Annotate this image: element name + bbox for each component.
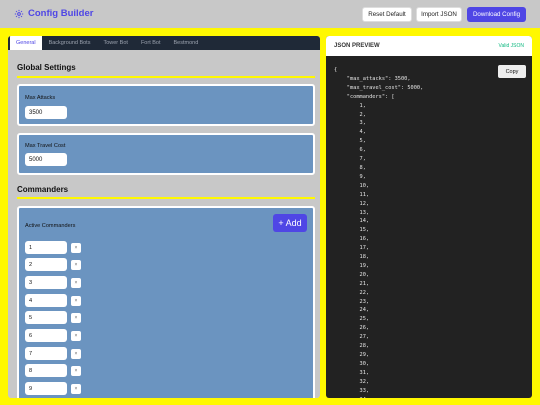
json-preview-title: JSON PREVIEW — [334, 43, 380, 49]
commander-input[interactable]: 1 — [25, 241, 67, 254]
max-travel-cost-input[interactable]: 5000 — [25, 153, 67, 166]
remove-commander-button[interactable]: × — [71, 349, 81, 359]
commander-input[interactable]: 4 — [25, 294, 67, 307]
commander-input[interactable]: 9 — [25, 382, 67, 395]
remove-commander-button[interactable]: × — [71, 331, 81, 341]
remove-commander-button[interactable]: × — [71, 243, 81, 253]
max-attacks-input[interactable]: 3500 — [25, 106, 67, 119]
remove-commander-button[interactable]: × — [71, 260, 81, 270]
max-attacks-card: Max Attacks 3500 — [17, 84, 315, 126]
max-travel-cost-card: Max Travel Cost 5000 — [17, 133, 315, 175]
section-divider — [17, 197, 315, 199]
tab-background-bots[interactable]: Background Bots — [43, 36, 97, 50]
active-commanders-card: Active Commanders + Add 1 × 2 × 3 × 4 × … — [17, 206, 315, 398]
remove-commander-button[interactable]: × — [71, 296, 81, 306]
remove-commander-button[interactable]: × — [71, 313, 81, 323]
max-travel-cost-label: Max Travel Cost — [25, 143, 66, 149]
tab-tower-bot[interactable]: Tower Bot — [97, 36, 133, 50]
add-commander-button[interactable]: + Add — [273, 214, 307, 232]
json-preview-panel: JSON PREVIEW Valid JSON { "max_attacks":… — [326, 36, 532, 398]
active-commanders-label: Active Commanders — [25, 223, 76, 229]
download-config-button[interactable]: Download Config — [467, 7, 526, 22]
json-code-view: { "max_attacks": 3500, "max_travel_cost"… — [334, 67, 424, 398]
tab-bestmond[interactable]: Bestmond — [168, 36, 205, 50]
remove-commander-button[interactable]: × — [71, 278, 81, 288]
commander-input[interactable]: 8 — [25, 364, 67, 377]
tab-bar: General Background Bots Tower Bot Fort B… — [8, 36, 320, 50]
import-json-button[interactable]: Import JSON — [416, 7, 462, 22]
commander-input[interactable]: 2 — [25, 258, 67, 271]
commander-input[interactable]: 7 — [25, 347, 67, 360]
commander-input[interactable]: 3 — [25, 276, 67, 289]
valid-json-badge: Valid JSON — [498, 43, 524, 49]
section-divider — [17, 76, 315, 78]
reset-default-button[interactable]: Reset Default — [362, 7, 412, 22]
app-title: Config Builder — [28, 8, 94, 19]
app-brand: Config Builder — [14, 8, 93, 19]
gear-icon — [14, 9, 24, 18]
remove-commander-button[interactable]: × — [71, 366, 81, 376]
tab-fort-bot[interactable]: Fort Bot — [135, 36, 167, 50]
commander-input[interactable]: 6 — [25, 329, 67, 342]
editor-panel: General Background Bots Tower Bot Fort B… — [8, 36, 320, 398]
copy-button[interactable]: Copy — [498, 65, 526, 78]
global-settings-heading: Global Settings — [17, 63, 76, 72]
remove-commander-button[interactable]: × — [71, 384, 81, 394]
json-preview-header: JSON PREVIEW Valid JSON — [326, 36, 532, 56]
tab-general[interactable]: General — [10, 36, 42, 50]
commanders-heading: Commanders — [17, 185, 69, 194]
commander-input[interactable]: 5 — [25, 311, 67, 324]
max-attacks-label: Max Attacks — [25, 95, 56, 101]
top-header: Config Builder Reset Default Import JSON… — [0, 0, 540, 28]
